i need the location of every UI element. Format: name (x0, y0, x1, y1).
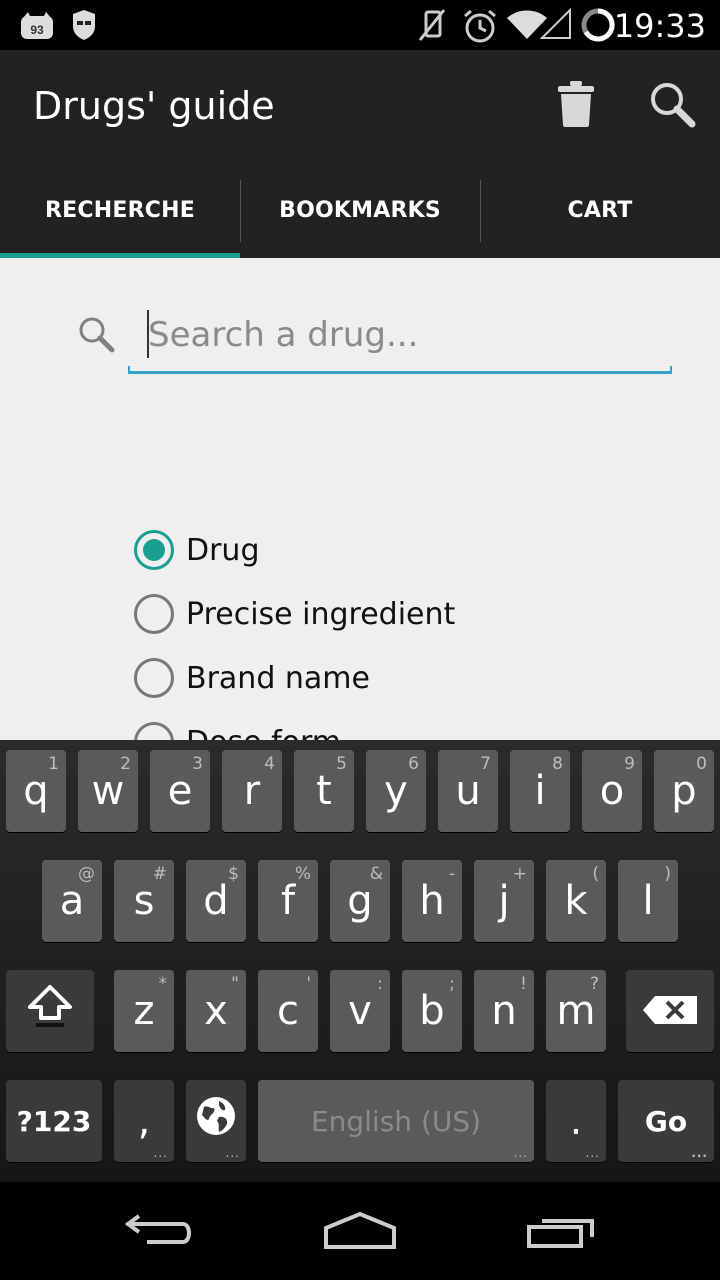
period-key[interactable]: .... (546, 1080, 606, 1162)
soft-keyboard: q1 w2 e3 r4 t5 y6 u7 i8 o9 p0 a @ s # d $ f… (0, 740, 720, 1182)
radio-option-dose-form[interactable]: Dose form (134, 712, 341, 740)
globe-icon (195, 1095, 237, 1147)
key-s[interactable]: s # (114, 860, 174, 942)
tab-label: CART (567, 197, 633, 223)
key-o[interactable]: o9 (582, 750, 642, 832)
key-b[interactable]: b; (402, 970, 462, 1052)
home-icon (323, 1210, 397, 1255)
key-k[interactable]: k( (546, 860, 606, 942)
radio-button[interactable] (134, 722, 174, 740)
key-g[interactable]: g & (330, 860, 390, 942)
key-r[interactable]: r4 (222, 750, 282, 832)
incognito-icon (70, 10, 98, 45)
notification-93-icon: 93 (20, 12, 54, 45)
recents-button[interactable] (502, 1206, 622, 1258)
status-bar: 93 19:33 (0, 0, 720, 50)
backspace-key[interactable] (626, 970, 714, 1052)
space-key[interactable]: English (US)... (258, 1080, 534, 1162)
mute-icon (416, 8, 448, 47)
search-icon (76, 314, 116, 359)
search-button[interactable] (640, 74, 704, 138)
radio-label: Dose form (186, 725, 341, 741)
navigation-bar (0, 1182, 720, 1280)
key-e[interactable]: e3 (150, 750, 210, 832)
key-n[interactable]: n! (474, 970, 534, 1052)
alarm-icon (462, 8, 498, 49)
radio-label: Brand name (186, 660, 370, 696)
radio-option-drug[interactable]: Drug (134, 520, 260, 580)
tab-label: BOOKMARKS (279, 197, 441, 223)
tab-bar: RECHERCHE BOOKMARKS CART (0, 162, 720, 258)
search-field[interactable] (128, 300, 672, 374)
key-m[interactable]: m? (546, 970, 606, 1052)
radio-label: Drug (186, 532, 260, 568)
recents-icon (526, 1211, 598, 1254)
tab-recherche[interactable]: RECHERCHE (0, 162, 240, 258)
symbols-key[interactable]: ?123 (6, 1080, 102, 1162)
radio-button[interactable] (134, 658, 174, 698)
shift-key[interactable] (6, 970, 94, 1052)
key-i[interactable]: i8 (510, 750, 570, 832)
go-key[interactable]: Go... (618, 1080, 714, 1162)
action-bar: Drugs' guide (0, 50, 720, 162)
key-q[interactable]: q1 (6, 750, 66, 832)
key-p[interactable]: p0 (654, 750, 714, 832)
status-clock: 19:33 (613, 7, 706, 45)
key-w[interactable]: w2 (78, 750, 138, 832)
key-x[interactable]: x " (186, 970, 246, 1052)
radio-label: Precise ingredient (186, 596, 456, 632)
radio-option-brand-name[interactable]: Brand name (134, 648, 370, 708)
tab-cart[interactable]: CART (480, 162, 720, 258)
backspace-icon (643, 988, 697, 1034)
comma-key[interactable]: ,... (114, 1080, 174, 1162)
search-icon (648, 80, 696, 133)
key-t[interactable]: t5 (294, 750, 354, 832)
battery-icon (580, 7, 616, 48)
back-button[interactable] (100, 1206, 220, 1258)
key-u[interactable]: u7 (438, 750, 498, 832)
key-f[interactable]: f% (258, 860, 318, 942)
search-underline (128, 366, 672, 374)
key-z[interactable]: z * (114, 970, 174, 1052)
language-key[interactable]: ... (186, 1080, 246, 1162)
key-c[interactable]: c ' (258, 970, 318, 1052)
key-y[interactable]: y6 (366, 750, 426, 832)
radio-button[interactable] (134, 594, 174, 634)
radio-option-precise-ingredient[interactable]: Precise ingredient (134, 584, 455, 644)
search-panel: Drug Precise ingredient Brand name Dose … (0, 258, 720, 740)
key-l[interactable]: l) (618, 860, 678, 942)
key-h[interactable]: h- (402, 860, 462, 942)
tab-label: RECHERCHE (45, 197, 195, 223)
shift-icon (26, 984, 74, 1038)
trash-icon (558, 80, 594, 132)
clear-button[interactable] (544, 74, 608, 138)
key-d[interactable]: d $ (186, 860, 246, 942)
text-cursor (147, 310, 149, 358)
key-j[interactable]: j + (474, 860, 534, 942)
search-input[interactable] (128, 300, 672, 370)
svg-text:93: 93 (30, 23, 44, 37)
app-title: Drugs' guide (33, 84, 275, 128)
radio-button[interactable] (134, 530, 174, 570)
tab-bookmarks[interactable]: BOOKMARKS (240, 162, 480, 258)
key-a[interactable]: a @ (42, 860, 102, 942)
signal-icon (539, 7, 572, 45)
key-v[interactable]: v: (330, 970, 390, 1052)
back-icon (124, 1212, 195, 1253)
home-button[interactable] (300, 1206, 420, 1258)
